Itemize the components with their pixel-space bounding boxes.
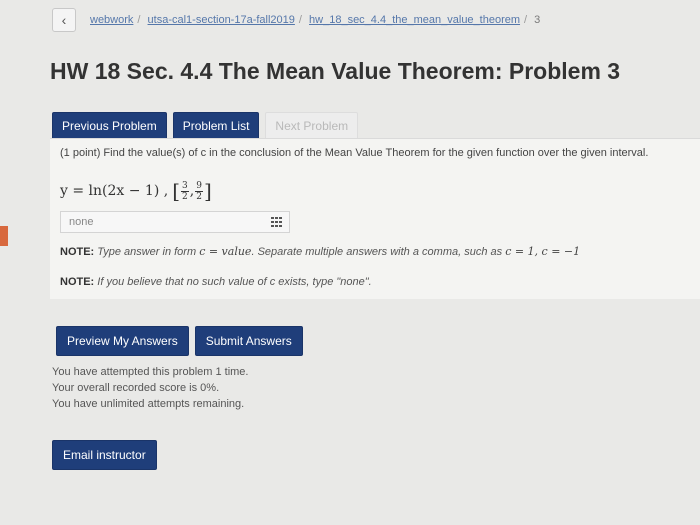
breadcrumb-set[interactable]: hw_18_sec_4.4_the_mean_value_theorem (309, 14, 520, 26)
preview-answers-button[interactable]: Preview My Answers (56, 326, 189, 356)
function-formula: y = ln(2x − 1) , [ 3 2 , 9 2 ] (60, 179, 212, 203)
interval-upper: 9 2 (195, 180, 203, 202)
note-format: NOTE: Type answer in form c = value. Sep… (60, 245, 581, 258)
breadcrumb-course[interactable]: utsa-cal1-section-17a-fall2019 (148, 14, 295, 26)
note-none: NOTE: If you believe that no such value … (60, 276, 372, 288)
interval-lower: 3 2 (181, 180, 189, 202)
email-section: Email instructor (52, 440, 157, 470)
breadcrumb-webwork[interactable]: webwork (90, 14, 133, 26)
answer-input[interactable]: none (60, 211, 290, 233)
breadcrumb-trail: webwork / utsa-cal1-section-17a-fall2019/… (90, 14, 541, 26)
answer-value: none (69, 216, 94, 228)
problem-list-button[interactable]: Problem List (172, 112, 260, 140)
back-button[interactable]: ‹ (52, 8, 76, 32)
problem-prompt: (1 point) Find the value(s) of c in the … (60, 147, 649, 159)
attempt-info: You have attempted this problem 1 time. … (52, 364, 249, 412)
breadcrumb: ‹ webwork / utsa-cal1-section-17a-fall201… (52, 8, 700, 32)
previous-problem-button[interactable]: Previous Problem (52, 112, 167, 140)
problem-nav: Previous Problem Problem List Next Probl… (52, 112, 359, 140)
answer-actions: Preview My Answers Submit Answers (56, 326, 303, 356)
attempt-count: You have attempted this problem 1 time. (52, 366, 249, 378)
side-accent (0, 226, 8, 246)
submit-answers-button[interactable]: Submit Answers (194, 326, 303, 356)
next-problem-button[interactable]: Next Problem (265, 112, 359, 140)
breadcrumb-problem: 3 (534, 14, 541, 26)
problem-body: (1 point) Find the value(s) of c in the … (50, 138, 700, 299)
attempts-remaining: You have unlimited attempts remaining. (52, 398, 245, 410)
email-instructor-button[interactable]: Email instructor (52, 440, 157, 470)
chevron-left-icon: ‹ (61, 12, 67, 28)
equation-editor-icon[interactable] (271, 217, 283, 227)
function-text: y = ln(2x − 1) , (60, 183, 169, 199)
page-title: HW 18 Sec. 4.4 The Mean Value Theorem: P… (50, 58, 621, 84)
score-text: Your overall recorded score is 0%. (52, 382, 220, 394)
